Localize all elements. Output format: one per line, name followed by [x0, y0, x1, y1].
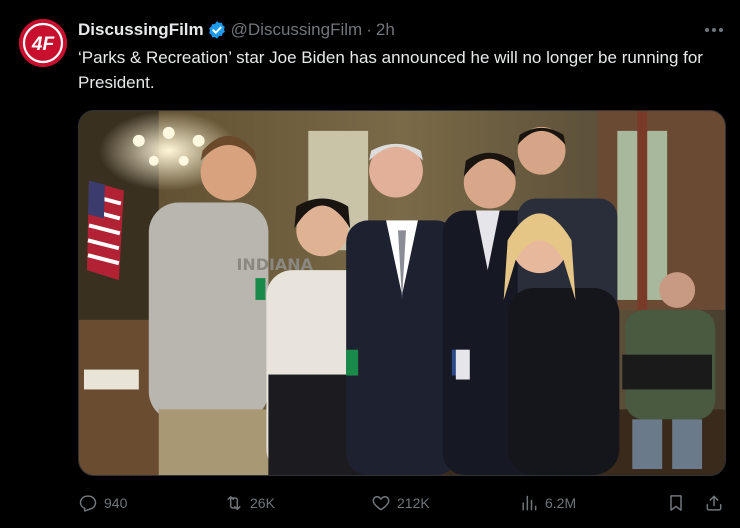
view-count: 6.2M	[545, 495, 577, 511]
avatar-logo-icon: 4F	[19, 19, 67, 67]
bookmark-button[interactable]	[666, 488, 686, 518]
verified-badge-icon	[207, 20, 227, 40]
author-handle[interactable]: @DiscussingFilm	[231, 20, 363, 40]
retweet-icon	[227, 496, 241, 510]
tweet-actions: 940 26K 212K 6.2M	[0, 488, 740, 518]
bookmark-icon	[670, 495, 682, 511]
avatar-text: 4F	[31, 34, 56, 55]
heart-icon	[372, 496, 390, 511]
retweet-button[interactable]: 26K	[224, 488, 275, 518]
tweet-header: DiscussingFilm @DiscussingFilm · 2h	[78, 19, 395, 41]
like-count: 212K	[397, 495, 430, 511]
tweet-photo[interactable]: INDIANA	[78, 110, 726, 476]
tweet-timestamp[interactable]: 2h	[376, 20, 395, 40]
avatar[interactable]: 4F	[19, 19, 67, 67]
like-button[interactable]: 212K	[371, 488, 430, 518]
more-options-icon[interactable]	[700, 18, 728, 42]
reply-count: 940	[104, 495, 128, 511]
tweet[interactable]: 4F DiscussingFilm @DiscussingFilm · 2h ‘…	[0, 0, 740, 528]
tweet-text: ‘Parks & Recreation’ star Joe Biden has …	[78, 48, 703, 92]
share-button[interactable]	[704, 488, 724, 518]
analytics-icon	[522, 495, 537, 511]
author-name[interactable]: DiscussingFilm	[78, 20, 204, 40]
reply-icon	[79, 495, 97, 512]
header-separator: ·	[366, 20, 372, 39]
cast-photo-illustration: INDIANA	[79, 111, 725, 475]
share-icon	[706, 495, 722, 511]
retweet-count: 26K	[250, 495, 275, 511]
reply-button[interactable]: 940	[78, 488, 127, 518]
views-button[interactable]: 6.2M	[519, 488, 576, 518]
